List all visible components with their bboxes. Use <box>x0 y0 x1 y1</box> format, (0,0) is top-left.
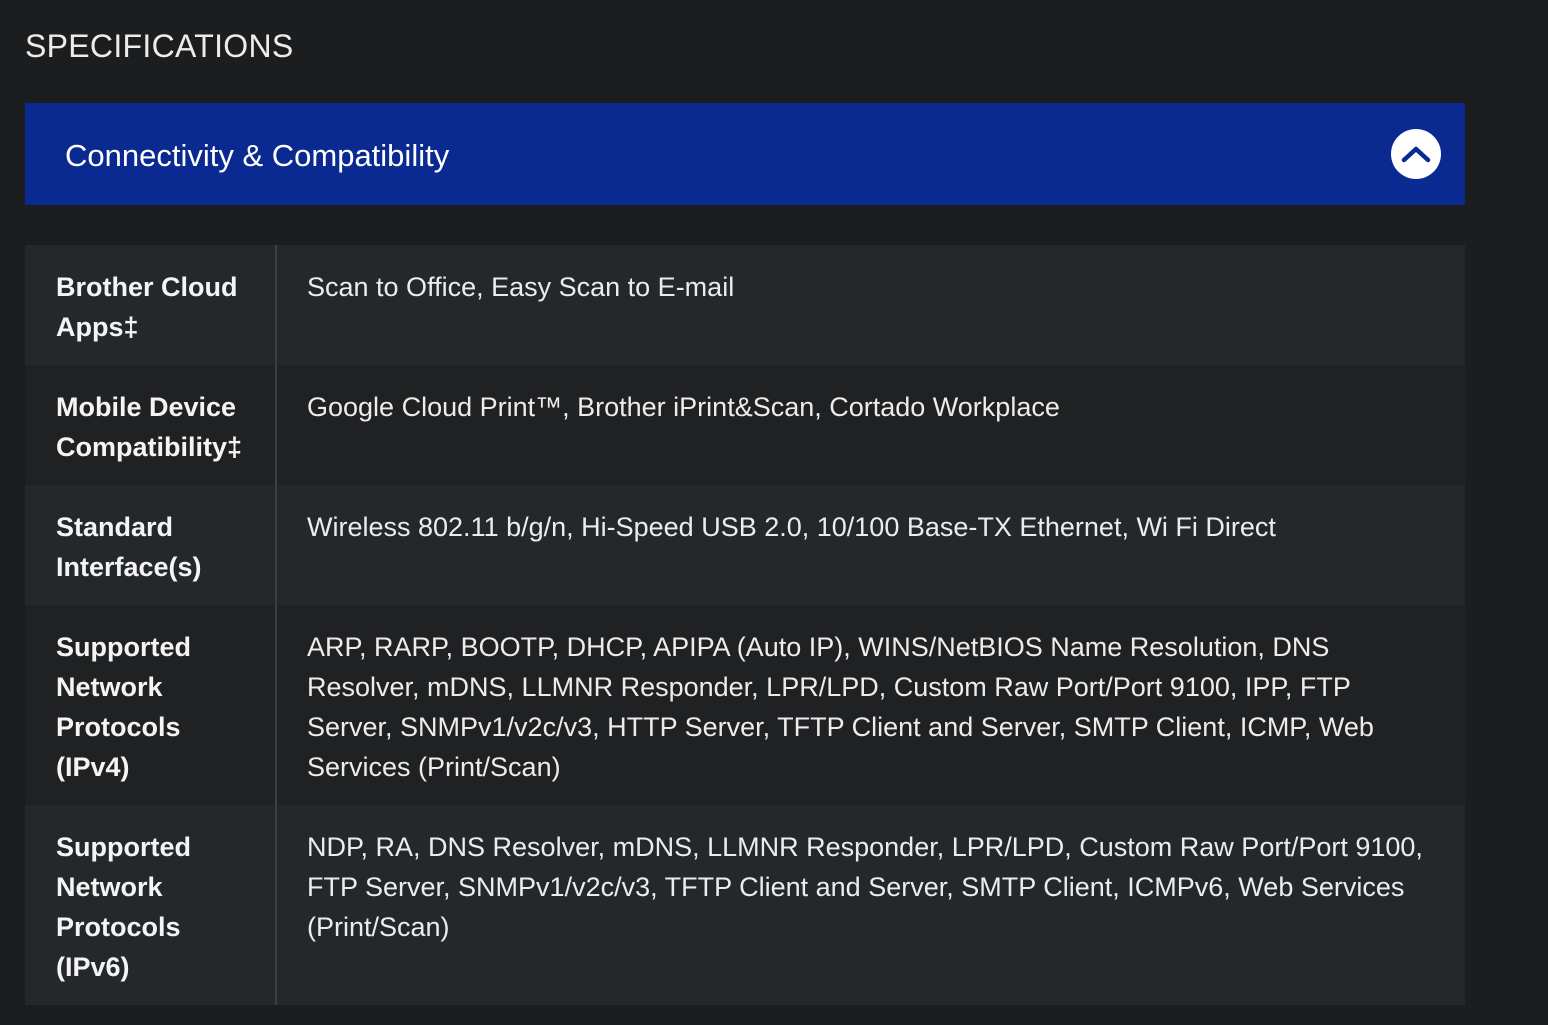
spec-value: NDP, RA, DNS Resolver, mDNS, LLMNR Respo… <box>307 832 1423 942</box>
spec-row-cloud-apps: Brother Cloud Apps‡ Scan to Office, Easy… <box>25 245 1465 365</box>
accordion-title: Connectivity & Compatibility <box>65 138 450 173</box>
page-title: SPECIFICATIONS <box>25 28 294 64</box>
spec-row-mobile-compatibility: Mobile Device Compatibility‡ Google Clou… <box>25 365 1465 485</box>
accordion-header-connectivity[interactable]: Connectivity & Compatibility <box>25 103 1465 205</box>
spec-row-protocols-ipv4: Supported Network Protocols (IPv4) ARP, … <box>25 605 1465 805</box>
spec-value: Google Cloud Print™, Brother iPrint&Scan… <box>307 392 1060 422</box>
spec-value: Scan to Office, Easy Scan to E-mail <box>307 272 735 302</box>
spec-table: Brother Cloud Apps‡ Scan to Office, Easy… <box>25 245 1465 1005</box>
collapse-toggle-button[interactable] <box>1391 129 1441 179</box>
spec-label: Brother Cloud Apps‡ <box>25 245 277 365</box>
spec-value: Wireless 802.11 b/g/n, Hi-Speed USB 2.0,… <box>307 512 1276 542</box>
spec-value: ARP, RARP, BOOTP, DHCP, APIPA (Auto IP),… <box>307 632 1374 782</box>
spec-label: Supported Network Protocols (IPv6) <box>25 805 277 1005</box>
spec-label: Supported Network Protocols (IPv4) <box>25 605 277 805</box>
spec-label: Mobile Device Compatibility‡ <box>25 365 277 485</box>
spec-row-protocols-ipv6: Supported Network Protocols (IPv6) NDP, … <box>25 805 1465 1005</box>
spec-row-standard-interfaces: Standard Interface(s) Wireless 802.11 b/… <box>25 485 1465 605</box>
chevron-up-icon <box>1401 145 1431 163</box>
spec-label: Standard Interface(s) <box>25 485 277 605</box>
